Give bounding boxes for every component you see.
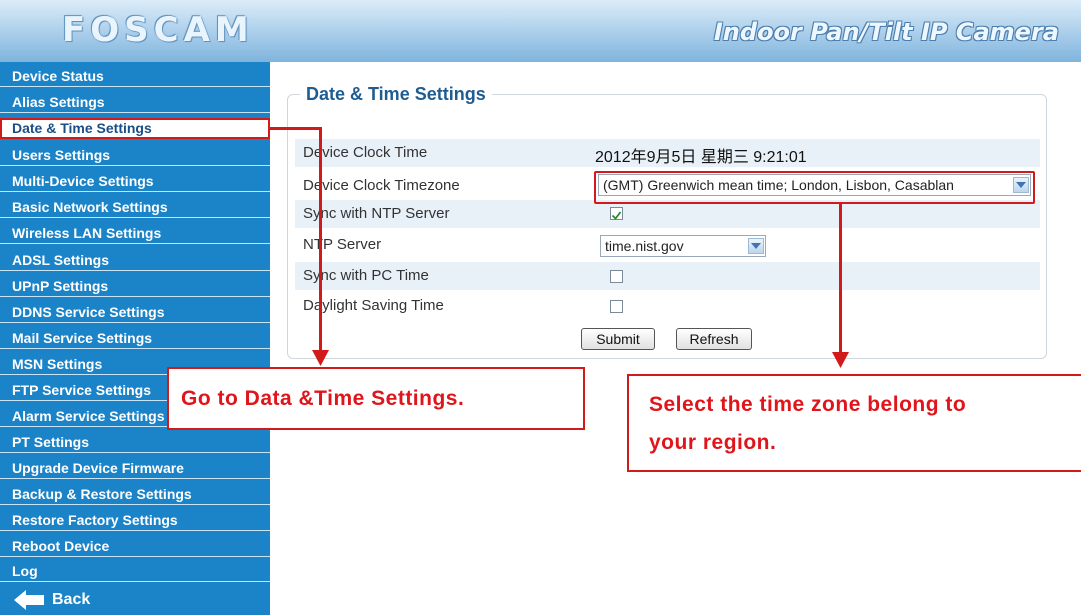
submit-button[interactable]: Submit [581,328,655,350]
annotation-line [270,127,322,130]
sidebar-item-basic-network-settings[interactable]: Basic Network Settings [0,197,270,218]
sidebar-item-pt-settings[interactable]: PT Settings [0,432,270,453]
sidebar-item-adsl-settings[interactable]: ADSL Settings [0,250,270,271]
callout-select-timezone: Select the time zone belong to your regi… [627,374,1081,472]
ntp-server-value: time.nist.gov [605,238,684,254]
back-button[interactable]: Back [0,584,270,615]
ntp-server-label: NTP Server [303,236,382,253]
sync-ntp-label: Sync with NTP Server [303,205,450,222]
sidebar-item-multi-device-settings[interactable]: Multi-Device Settings [0,171,270,192]
device-clock-time-row: Device Clock Time 2012年9月5日 星期三 9:21:01 [295,139,1040,167]
sidebar-item-restore-factory-settings[interactable]: Restore Factory Settings [0,510,270,531]
sync-pc-time-row: Sync with PC Time [295,262,1040,290]
device-clock-time-value: 2012年9月5日 星期三 9:21:01 [595,149,807,166]
arrow-down-icon [312,350,329,366]
sync-ntp-row: Sync with NTP Server [295,200,1040,228]
checkmark-icon [611,211,622,220]
back-label: Back [52,591,91,608]
timezone-highlight-box [594,171,1035,204]
sidebar-item-date-time-settings[interactable]: Date & Time Settings [0,118,270,139]
sync-ntp-checkbox[interactable] [610,207,623,220]
sidebar-item-wireless-lan-settings[interactable]: Wireless LAN Settings [0,223,270,244]
sync-pc-time-checkbox[interactable] [610,270,623,283]
sidebar-item-mail-service-settings[interactable]: Mail Service Settings [0,328,270,349]
sidebar-item-alias-settings[interactable]: Alias Settings [0,92,270,113]
callout-select-timezone-line2: your region. [649,431,777,454]
callout-select-timezone-line1: Select the time zone belong to [649,393,967,416]
daylight-saving-checkbox[interactable] [610,300,623,313]
sidebar-item-users-settings[interactable]: Users Settings [0,145,270,166]
ntp-server-select[interactable]: time.nist.gov [600,235,766,257]
callout-go-to-settings: Go to Data &Time Settings. [167,367,585,430]
daylight-saving-label: Daylight Saving Time [303,297,444,314]
daylight-saving-row: Daylight Saving Time [295,292,1040,320]
sidebar-item-upgrade-device-firmware[interactable]: Upgrade Device Firmware [0,458,270,479]
chevron-down-icon[interactable] [748,238,764,254]
foscam-logo: FOSCAM [62,10,254,50]
callout-go-to-settings-text: Go to Data &Time Settings. [181,387,465,410]
section-title: Date & Time Settings [300,84,492,105]
annotation-line [319,127,322,352]
sidebar-item-upnp-settings[interactable]: UPnP Settings [0,276,270,297]
sidebar-item-reboot-device[interactable]: Reboot Device [0,536,270,557]
annotation-line [839,204,842,354]
sidebar-nav: Device Status Alias Settings Date & Time… [0,62,270,615]
sidebar-item-backup-restore-settings[interactable]: Backup & Restore Settings [0,484,270,505]
sidebar-item-device-status[interactable]: Device Status [0,66,270,87]
product-title: Indoor Pan/Tilt IP Camera [713,18,1059,46]
arrow-down-icon [832,352,849,368]
back-arrow-icon [14,590,44,615]
sidebar-item-ddns-service-settings[interactable]: DDNS Service Settings [0,302,270,323]
sidebar-item-log[interactable]: Log [0,561,270,582]
header-banner: FOSCAM Indoor Pan/Tilt IP Camera [0,0,1081,62]
device-clock-timezone-label: Device Clock Timezone [303,177,460,194]
refresh-button[interactable]: Refresh [676,328,752,350]
